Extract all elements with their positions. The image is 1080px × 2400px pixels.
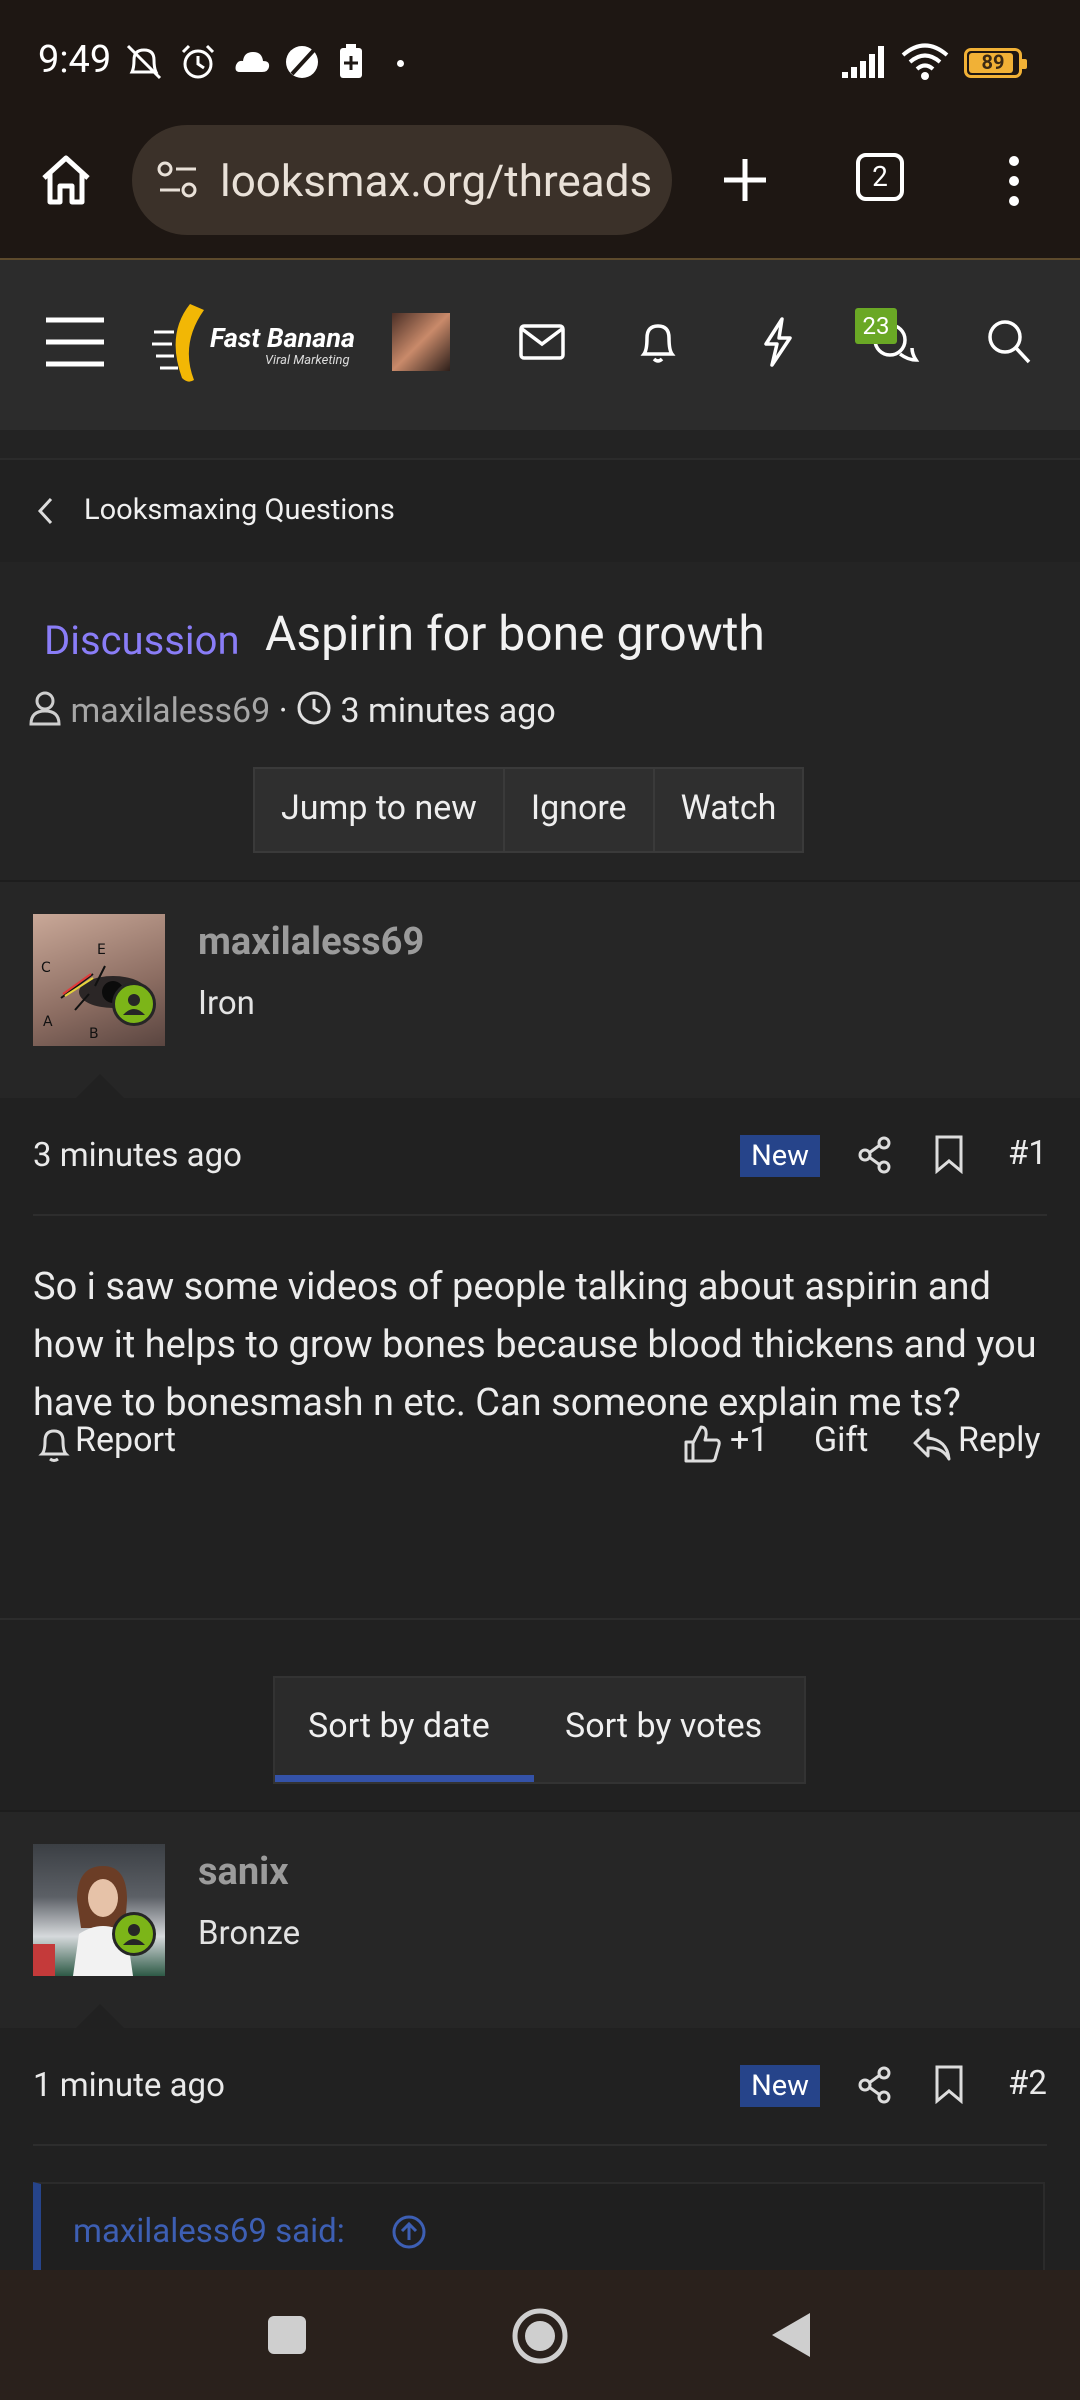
site-settings-icon[interactable] — [156, 159, 200, 201]
tab-switcher-button[interactable]: 2 — [856, 153, 904, 201]
sort-by-date-tab[interactable]: Sort by date — [308, 1706, 490, 1746]
post-user-block: sanix Bronze — [0, 1810, 1080, 2032]
post-text: So i saw some videos of people talking a… — [33, 1265, 1037, 1425]
home-nav-icon[interactable] — [510, 2306, 570, 2366]
breadcrumb-label[interactable]: Looksmaxing Questions — [84, 493, 395, 527]
post-number[interactable]: #2 — [1008, 2064, 1047, 2103]
cloud-icon — [235, 52, 270, 72]
avatar-eye-diagram: C E A B — [41, 942, 147, 1042]
post-user-block: C E A B maxilaless69 Iron — [0, 880, 1080, 1102]
breadcrumb[interactable]: Looksmaxing Questions — [0, 458, 1080, 564]
status-time: 9:49 — [38, 38, 112, 82]
hamburger-menu-icon[interactable] — [44, 316, 106, 368]
online-status-icon — [112, 982, 156, 1026]
post-body: 3 minutes ago New #1 So i saw some video… — [0, 1098, 1080, 1618]
battery-level: 89 — [981, 50, 1005, 74]
wifi-icon — [901, 43, 949, 80]
jump-up-icon[interactable] — [391, 2214, 427, 2250]
logo-subtitle: Viral Marketing — [265, 353, 350, 368]
chevron-left-icon — [37, 497, 53, 525]
no-data-icon — [286, 46, 318, 78]
thread-time[interactable]: 3 minutes ago — [340, 691, 555, 731]
browser-toolbar: looksmax.org/threads 2 — [0, 125, 1080, 260]
svg-text:C: C — [41, 960, 51, 976]
post-user-title: Iron — [198, 984, 255, 1023]
more-options-icon[interactable] — [1000, 151, 1028, 211]
report-button[interactable]: Report — [75, 1420, 176, 1460]
clock-icon — [297, 691, 331, 725]
status-bar: 9:49 89 — [0, 0, 1080, 125]
jump-to-new-button[interactable]: Jump to new — [255, 769, 505, 851]
url-bar[interactable]: looksmax.org/threads — [132, 125, 672, 235]
chat-count-badge: 23 — [855, 308, 897, 344]
reply-icon[interactable] — [912, 1426, 952, 1462]
system-nav-bar — [0, 2270, 1080, 2400]
new-tab-icon[interactable] — [718, 153, 772, 207]
signal-icon — [842, 46, 884, 78]
bookmark-icon[interactable] — [934, 1134, 964, 1174]
meta-separator: · — [278, 691, 288, 731]
bell-icon[interactable] — [636, 318, 680, 366]
quote-attribution[interactable]: maxilaless69 said: — [73, 2212, 345, 2251]
new-badge: New — [740, 1135, 820, 1177]
reply-button[interactable]: Reply — [958, 1420, 1040, 1460]
thread-actions: Jump to new Ignore Watch — [253, 767, 805, 853]
thread-prefix[interactable]: Discussion — [44, 617, 240, 664]
divider — [33, 2144, 1047, 2146]
share-icon[interactable] — [858, 1136, 892, 1174]
divider — [33, 1214, 1047, 1216]
thread-author[interactable]: maxilaless69 — [70, 691, 270, 731]
back-icon[interactable] — [768, 2310, 814, 2360]
notification-dot — [397, 60, 404, 67]
user-icon — [29, 691, 61, 726]
post-time[interactable]: 3 minutes ago — [33, 1136, 242, 1175]
sort-by-votes-tab[interactable]: Sort by votes — [565, 1706, 762, 1746]
battery-saver-icon — [340, 44, 362, 78]
post-username[interactable]: maxilaless69 — [198, 920, 424, 964]
user-avatar[interactable] — [33, 1844, 165, 1976]
online-status-icon — [112, 1912, 156, 1956]
recents-icon[interactable] — [266, 2314, 308, 2356]
watch-button[interactable]: Watch — [655, 769, 803, 851]
post-username[interactable]: sanix — [198, 1850, 289, 1894]
svg-text:E: E — [97, 942, 106, 958]
thread-meta: maxilaless69 · 3 minutes ago — [28, 690, 556, 731]
sort-section: Sort by date Sort by votes — [0, 1618, 1080, 1812]
sort-tabs: Sort by date Sort by votes — [273, 1676, 806, 1784]
ignore-button[interactable]: Ignore — [505, 769, 655, 851]
thread-title: Aspirin for bone growth — [265, 605, 765, 662]
post-user-title: Bronze — [198, 1914, 301, 1953]
search-icon[interactable] — [986, 318, 1032, 366]
user-avatar[interactable]: C E A B — [33, 914, 165, 1046]
avatar-figure-image — [33, 1866, 133, 1976]
like-count[interactable]: +1 — [730, 1420, 768, 1460]
new-badge: New — [740, 2065, 820, 2107]
thread-header: Discussion Aspirin for bone growth maxil… — [0, 562, 1080, 880]
post-time[interactable]: 1 minute ago — [33, 2066, 225, 2105]
share-icon[interactable] — [858, 2066, 892, 2104]
mail-icon[interactable] — [518, 322, 566, 362]
report-bell-icon[interactable] — [38, 1426, 70, 1464]
like-icon[interactable] — [682, 1424, 722, 1464]
bookmark-icon[interactable] — [934, 2064, 964, 2104]
header-avatar-image[interactable] — [392, 313, 450, 371]
battery-icon: 89 — [964, 48, 1027, 78]
lightning-icon[interactable] — [758, 316, 798, 368]
logo-text[interactable]: Fast Banana — [210, 322, 355, 354]
mute-icon — [126, 44, 162, 80]
forum-header: Fast Banana Viral Marketing 23 — [0, 260, 1080, 430]
url-text[interactable]: looksmax.org/threads — [220, 155, 660, 207]
post-number[interactable]: #1 — [1008, 1134, 1047, 1173]
svg-text:B: B — [89, 1026, 99, 1042]
home-icon[interactable] — [38, 152, 94, 208]
active-tab-indicator — [275, 1775, 534, 1782]
gift-button[interactable]: Gift — [814, 1420, 868, 1460]
alarm-icon — [181, 44, 215, 79]
svg-text:A: A — [43, 1014, 53, 1030]
